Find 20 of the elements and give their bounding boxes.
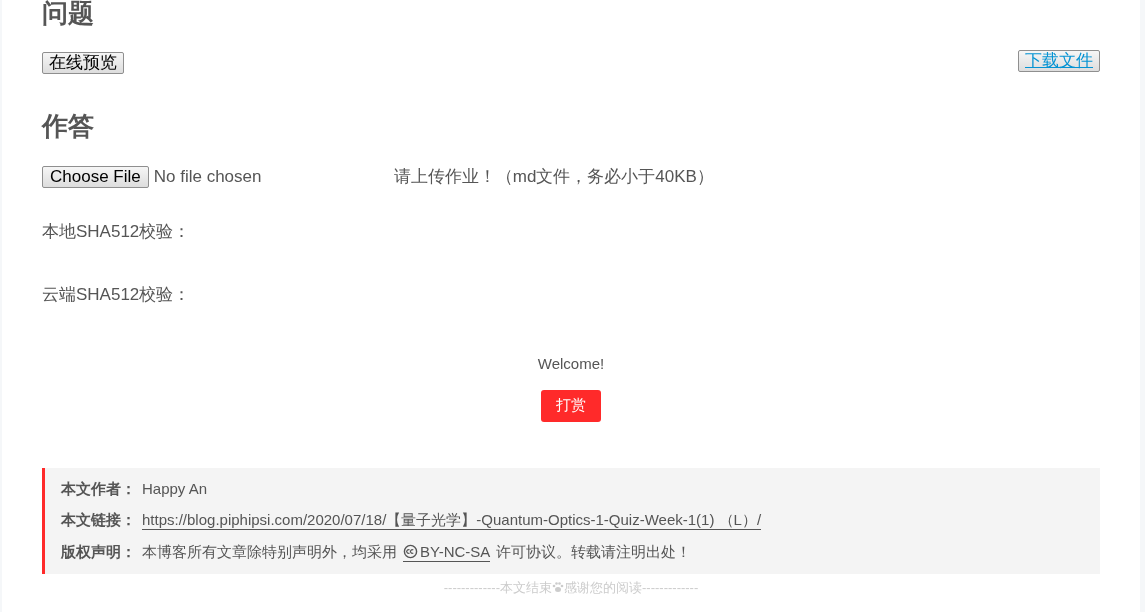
article-link[interactable]: https://blog.piphipsi.com/2020/07/18/【量子光学】-Quantum-Optics-1-Quiz-Week-1(1) （L）/: [142, 510, 762, 530]
upload-hint: 请上传作业！（md文件，务必小于40KB）: [393, 166, 714, 189]
choose-file-button[interactable]: Choose File: [42, 166, 149, 188]
paw-icon: [552, 581, 564, 594]
file-status: No file chosen: [153, 166, 263, 189]
license-text: 本博客所有文章除特别声明外，均采用: [142, 543, 397, 561]
license-label: 版权声明：: [61, 543, 136, 561]
section-heading: 作答: [42, 111, 94, 141]
reward-button[interactable]: 打赏: [541, 389, 601, 422]
welcome-text: Welcome!: [537, 354, 605, 374]
link-label: 本文链接：: [61, 510, 136, 530]
creative-commons-icon: [403, 544, 418, 559]
license-text: 许可协议。转载请注明出处！: [496, 543, 692, 561]
license-link[interactable]: BY-NC-SA: [403, 542, 491, 562]
local-checksum-label: 本地SHA512校验：: [42, 221, 191, 243]
preview-button[interactable]: 在线预览: [42, 51, 124, 74]
author-name: Happy An: [142, 479, 208, 498]
section-heading: 问题: [42, 0, 94, 26]
cloud-checksum-label: 云端SHA512校验：: [42, 283, 191, 306]
author-label: 本文作者：: [61, 479, 136, 498]
